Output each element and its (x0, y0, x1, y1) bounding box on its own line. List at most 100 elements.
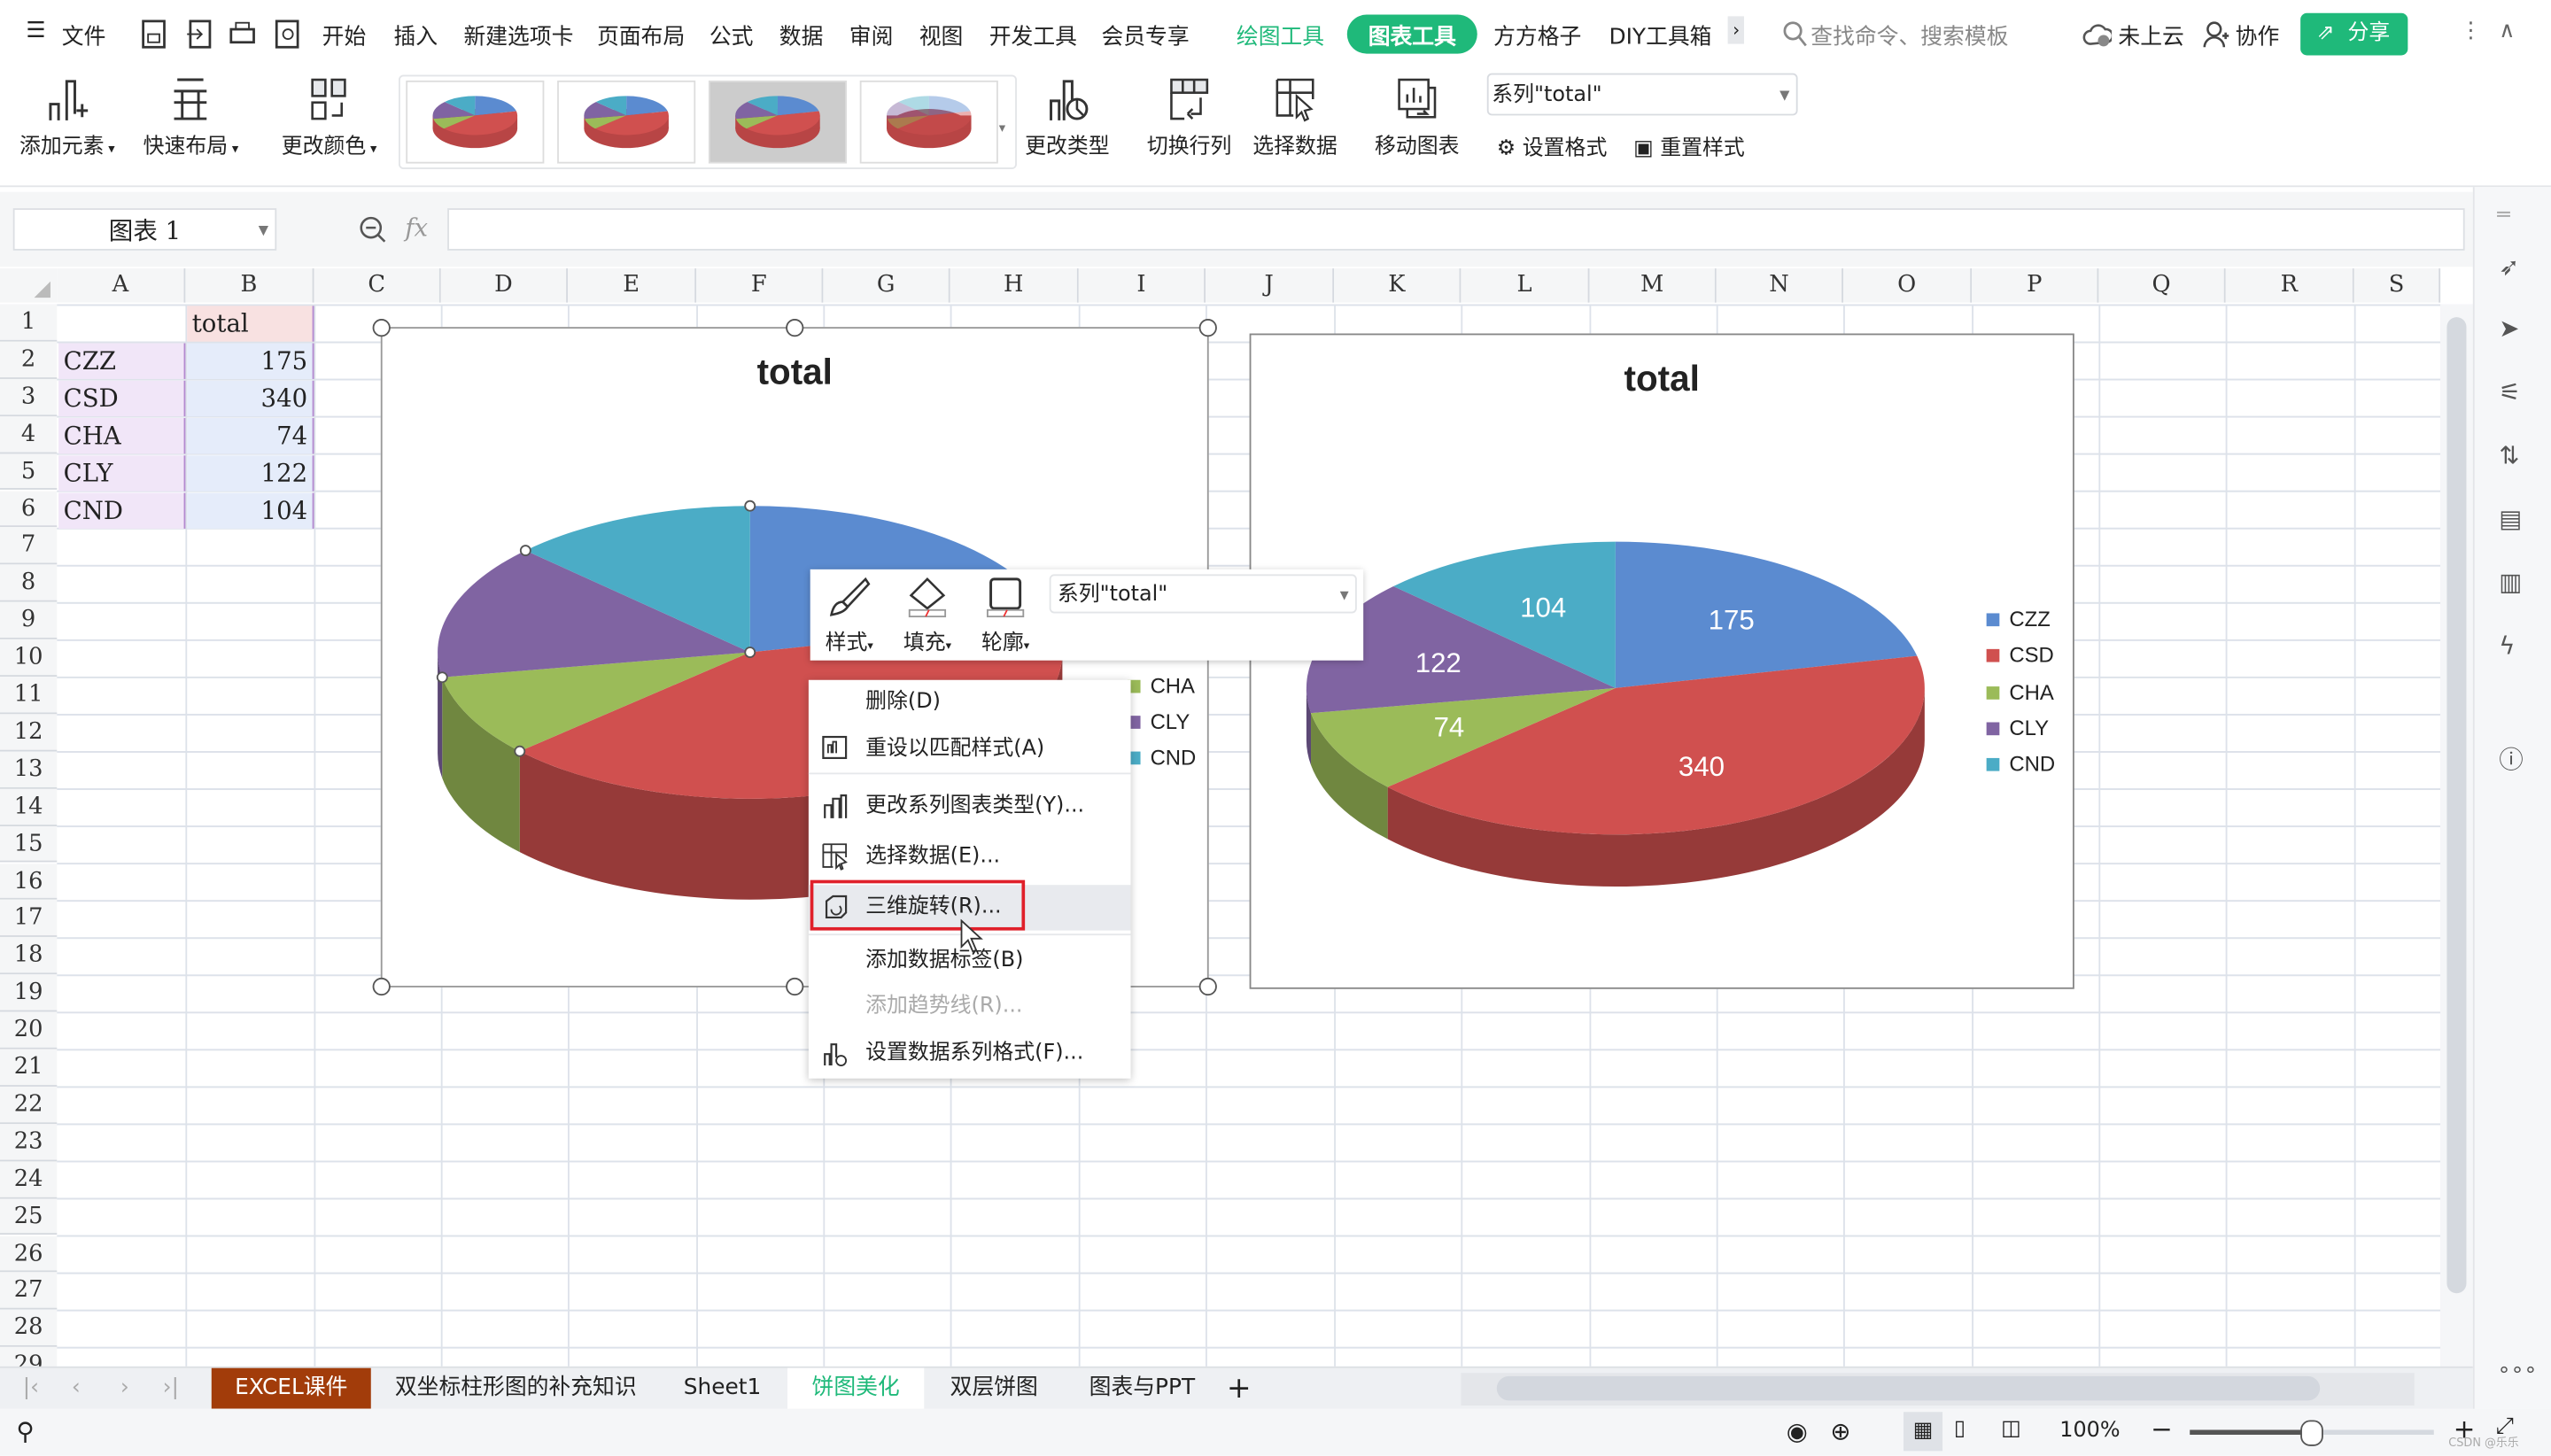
row-header[interactable]: 2 (0, 341, 58, 379)
row-header[interactable]: 9 (0, 601, 58, 639)
row-header[interactable]: 7 (0, 527, 58, 565)
add-sheet-icon[interactable]: + (1227, 1368, 1252, 1409)
chart-style-thumbnail[interactable] (708, 80, 848, 164)
column-header[interactable]: C (314, 268, 441, 303)
sheet-tab-dual-axis[interactable]: 双坐标柱形图的补充知识 (374, 1368, 657, 1409)
legend-item[interactable]: CSD (1986, 643, 2054, 668)
resize-handle[interactable] (371, 976, 390, 995)
data-label[interactable]: 340 (1679, 751, 1725, 782)
sheet-tab-double-pie[interactable]: 双层饼图 (931, 1368, 1058, 1409)
row-header[interactable]: 22 (0, 1086, 58, 1124)
sidebar-switch-icon[interactable]: ⇅ (2499, 441, 2519, 470)
point-handle[interactable] (436, 671, 448, 684)
switch-row-col-button[interactable]: 切换行列 (1147, 74, 1231, 159)
row-header[interactable]: 16 (0, 863, 58, 901)
sidebar-settings-icon[interactable]: ⚟ (2499, 377, 2521, 407)
horizontal-scrollbar[interactable] (1461, 1373, 2415, 1406)
change-type-button[interactable]: 更改类型 (1025, 74, 1110, 159)
share-button[interactable]: ⇗ 分享 (2300, 12, 2408, 56)
sidebar-chart-icon[interactable]: ▤ (2499, 504, 2522, 533)
vertical-scroll-thumb[interactable] (2446, 317, 2467, 1294)
horizontal-scroll-thumb[interactable] (1496, 1375, 2321, 1401)
zoom-level[interactable]: 100% (2059, 1419, 2120, 1444)
menu-new-tab[interactable]: 新建选项卡 (463, 18, 573, 50)
row-header[interactable]: 27 (0, 1273, 58, 1311)
row-header[interactable]: 11 (0, 677, 58, 715)
more-icon[interactable]: ⋮ (2460, 18, 2482, 43)
prev-sheet-icon[interactable]: ‹ (72, 1368, 81, 1409)
row-header[interactable]: 18 (0, 937, 58, 975)
reset-style-button[interactable]: ▣ 重置样式 (1633, 130, 1745, 161)
menu-view[interactable]: 视图 (919, 18, 964, 50)
sidebar-select-icon[interactable]: ➤ (2499, 314, 2519, 343)
cell-value[interactable]: 340 (187, 380, 314, 416)
next-sheet-icon[interactable]: › (120, 1368, 129, 1409)
point-handle[interactable] (744, 500, 756, 512)
menu-drawing-tools[interactable]: 绘图工具 (1237, 18, 1324, 50)
context-menu-item[interactable]: 设置数据系列格式(F)... (809, 1031, 1131, 1076)
menu-formula[interactable]: 公式 (709, 18, 754, 50)
chart-style-thumbnail[interactable] (859, 80, 998, 164)
resize-handle[interactable] (371, 318, 390, 337)
mini-series-select[interactable]: 系列"total" ▼ (1049, 574, 1357, 614)
cell-value[interactable]: 122 (187, 454, 314, 491)
legend-item[interactable]: CLY (1986, 716, 2049, 740)
row-header[interactable]: 13 (0, 751, 58, 789)
chart-style-thumbnail[interactable] (557, 80, 696, 164)
quick-layout-button[interactable]: 快速布局 ▾ (143, 74, 238, 159)
row-header[interactable]: 15 (0, 825, 58, 864)
sheet-tab-chart-ppt[interactable]: 图表与PPT (1064, 1368, 1220, 1409)
context-menu-item[interactable]: 选择数据(E)... (809, 834, 1131, 879)
formula-input[interactable] (447, 208, 2465, 251)
column-header[interactable]: J (1206, 268, 1335, 303)
vertical-scrollbar[interactable] (2440, 304, 2473, 1367)
zoom-out-icon[interactable]: − (2151, 1413, 2173, 1444)
sheet-tab-sheet1[interactable]: Sheet1 (663, 1368, 780, 1409)
data-label[interactable]: 74 (1434, 712, 1465, 743)
move-chart-button[interactable]: 移动图表 (1375, 74, 1460, 159)
chart-style-thumbnails[interactable]: ▾ (400, 76, 1015, 167)
sidebar-more-icon[interactable]: ∘∘∘ (2497, 1359, 2537, 1383)
sheet-tab-excel-course[interactable]: EXCEL课件 (211, 1367, 371, 1409)
resize-handle[interactable] (1198, 318, 1216, 337)
row-header[interactable]: 24 (0, 1160, 58, 1198)
cell-label[interactable]: CLY (58, 454, 186, 491)
data-label[interactable]: 104 (1520, 592, 1566, 623)
print-icon[interactable] (228, 19, 257, 49)
series-select[interactable]: 系列"total" ▼ (1486, 73, 1798, 116)
column-header[interactable]: H (950, 268, 1079, 303)
column-header[interactable]: D (440, 268, 569, 303)
view-mode-icon[interactable]: ⊕ (1830, 1417, 1850, 1446)
column-header[interactable]: F (696, 268, 824, 303)
add-element-button[interactable]: 添加元素 ▾ (19, 74, 115, 159)
zoom-slider-handle[interactable] (2300, 1420, 2323, 1446)
style-button[interactable]: 样式▾ (820, 576, 879, 655)
sidebar-book-icon[interactable]: ▥ (2499, 568, 2522, 597)
legend-item[interactable]: CZZ (1986, 607, 2051, 631)
context-menu-item[interactable]: 删除(D) (809, 680, 1131, 725)
column-header[interactable]: S (2353, 268, 2441, 303)
menu-member[interactable]: 会员专享 (1101, 18, 1189, 50)
data-label[interactable]: 175 (1709, 604, 1755, 635)
cell-value[interactable]: 104 (187, 492, 314, 529)
legend-item[interactable]: CLY (1127, 709, 1190, 733)
row-header[interactable]: 21 (0, 1049, 58, 1087)
zoom-formula-icon[interactable] (358, 214, 387, 244)
fill-button[interactable]: 填充▾ (898, 576, 957, 655)
resize-handle[interactable] (785, 976, 803, 995)
row-header[interactable]: 12 (0, 714, 58, 752)
outline-button[interactable]: 轮廓▾ (976, 576, 1035, 655)
column-header[interactable]: P (1972, 268, 2099, 303)
menu-insert[interactable]: 插入 (393, 18, 438, 50)
menu-developer[interactable]: 开发工具 (989, 18, 1077, 50)
legend-item[interactable]: CND (1986, 752, 2055, 776)
menu-page-layout[interactable]: 页面布局 (597, 18, 685, 50)
cell-label[interactable]: CND (58, 492, 186, 529)
column-header[interactable]: I (1078, 268, 1206, 303)
row-header[interactable]: 19 (0, 974, 58, 1012)
context-menu-item[interactable]: 更改系列图表类型(Y)... (809, 784, 1131, 829)
resize-handle[interactable] (1198, 976, 1216, 995)
chart-2[interactable]: total 175 340 74 122 104 CZZ CSD CHA CLY CND (1249, 333, 2074, 989)
row-header[interactable]: 17 (0, 900, 58, 938)
gallery-more-icon[interactable]: ▾ (999, 120, 1006, 136)
